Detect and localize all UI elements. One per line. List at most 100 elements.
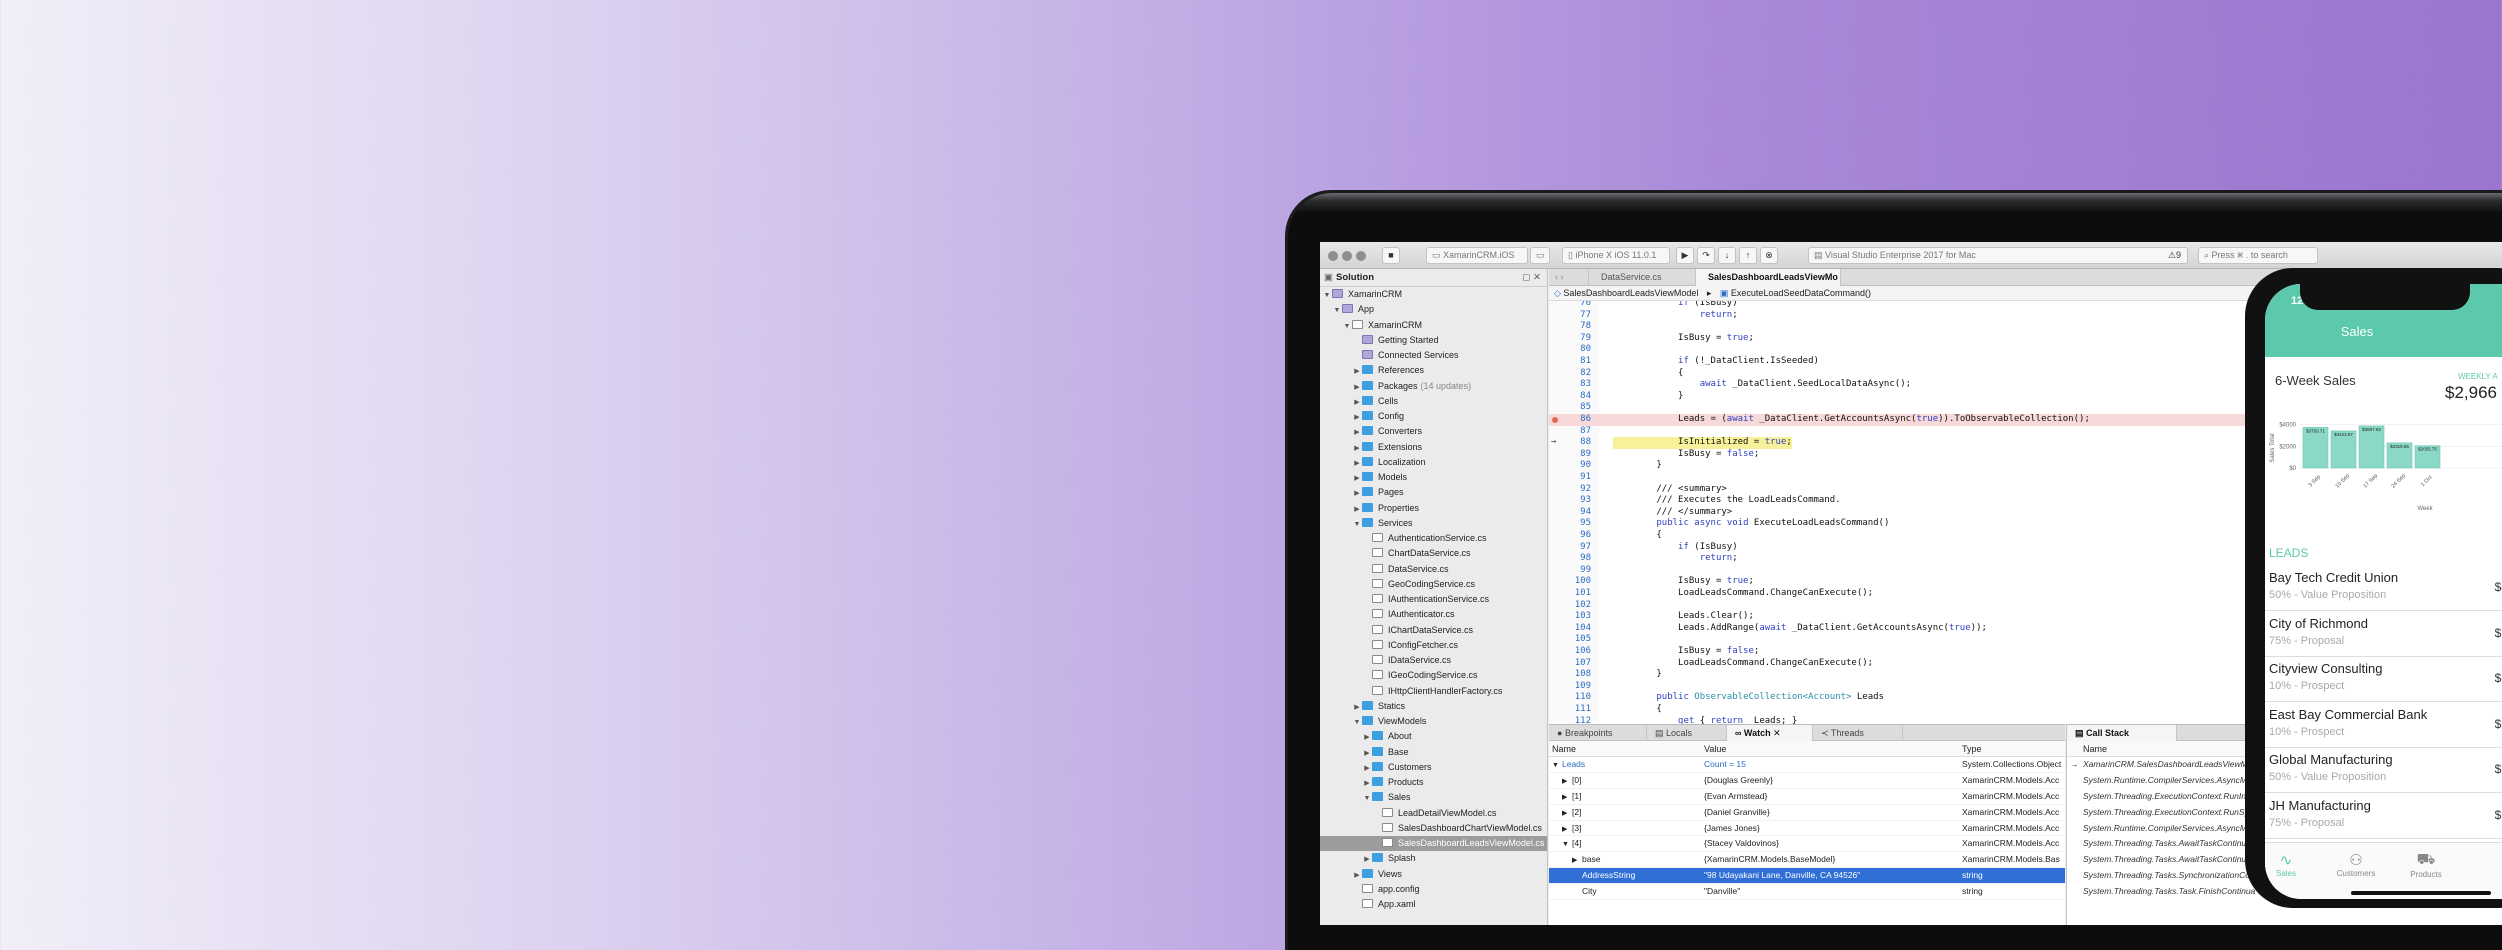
tree-node[interactable]: ▶ References <box>1320 363 1547 378</box>
disclosure-arrow-icon[interactable]: ▶ <box>1362 746 1372 761</box>
watch-row[interactable]: ▶ [2] {Daniel Granville} XamarinCRM.Models.… <box>1549 805 2065 821</box>
col-value[interactable]: Value <box>1704 741 1961 757</box>
step-over-icon[interactable]: ↷ <box>1697 247 1715 264</box>
disclosure-arrow-icon[interactable]: ▶ <box>1352 502 1362 517</box>
tree-node[interactable]: IAuthenticationService.cs <box>1320 592 1547 607</box>
disclosure-arrow-icon[interactable]: ▶ <box>1362 852 1372 867</box>
watch-row[interactable]: ▶ [1] {Evan Armstead} XamarinCRM.Models.Acc <box>1549 789 2065 805</box>
col-type[interactable]: Type <box>1962 741 2062 757</box>
close-pad-icon[interactable]: ✕ <box>1771 728 1781 738</box>
tree-node[interactable]: ▶ About <box>1320 729 1547 744</box>
disclosure-arrow-icon[interactable]: ▶ <box>1352 486 1362 501</box>
expand-arrow-icon[interactable]: ▶ <box>1562 790 1572 806</box>
disclosure-arrow-icon[interactable]: ▶ <box>1352 395 1362 410</box>
disclosure-arrow-icon[interactable]: ▶ <box>1362 776 1372 791</box>
disclosure-arrow-icon[interactable]: ▶ <box>1352 410 1362 425</box>
watch-value-cell[interactable]: Count = 15 <box>1704 757 1961 773</box>
expand-arrow-icon[interactable]: ▼ <box>1562 837 1572 853</box>
tree-node[interactable]: App.xaml <box>1320 897 1547 912</box>
tree-node[interactable]: IDataService.cs <box>1320 653 1547 668</box>
tree-node[interactable]: IGeoCodingService.cs <box>1320 668 1547 683</box>
watch-row[interactable]: ▼ [4] {Stacey Valdovinos} XamarinCRM.Models… <box>1549 836 2065 853</box>
watch-row[interactable]: City "Danville" string <box>1549 884 2065 901</box>
tree-node[interactable]: DataService.cs <box>1320 562 1547 577</box>
tree-node[interactable]: IAuthenticator.cs <box>1320 607 1547 622</box>
tree-node[interactable]: ▶ Customers <box>1320 760 1547 775</box>
tree-node[interactable]: ▼ Services <box>1320 516 1547 531</box>
expand-arrow-icon[interactable]: ▼ <box>1552 758 1562 774</box>
tree-node[interactable]: ▶ Products <box>1320 775 1547 790</box>
expand-arrow-icon[interactable]: ▶ <box>1562 822 1572 838</box>
watch-value-cell[interactable]: {XamarinCRM.Models.BaseModel} <box>1704 852 1961 868</box>
disclosure-arrow-icon[interactable]: ▶ <box>1352 868 1362 883</box>
disclosure-arrow-icon[interactable]: ▶ <box>1352 380 1362 395</box>
tree-node[interactable]: ▶ Models <box>1320 470 1547 485</box>
device-selector[interactable]: ▯ iPhone X iOS 11.0.1 <box>1562 247 1670 264</box>
tree-node[interactable]: ▶ Localization <box>1320 455 1547 470</box>
lead-item[interactable]: Cityview Consulting 10% - Prospect $3 <box>2265 657 2502 702</box>
tree-node[interactable]: ▶ Views <box>1320 867 1547 882</box>
watch-value-cell[interactable]: {Evan Armstead} <box>1704 789 1961 805</box>
tab-sales[interactable]: ∿ Sales <box>2265 851 2321 878</box>
search-box[interactable]: ⌕ Press ⌘ . to search <box>2198 247 2318 264</box>
nav-back-forward-icon[interactable]: ‹ › <box>1549 269 1589 286</box>
breakpoint-marker-icon[interactable] <box>1552 417 1558 423</box>
tree-node[interactable]: ▶ Packages (14 updates) <box>1320 379 1547 394</box>
warning-count[interactable]: ⚠9 <box>2168 248 2181 263</box>
disclosure-arrow-icon[interactable]: ▶ <box>1362 761 1372 776</box>
expand-arrow-icon[interactable]: ▶ <box>1562 806 1572 822</box>
disclosure-arrow-icon[interactable]: ▶ <box>1352 700 1362 715</box>
tab-call-stack[interactable]: ▤ Call Stack <box>2067 725 2177 741</box>
tab-locals[interactable]: ▤ Locals <box>1647 725 1727 741</box>
tab-products[interactable]: ⛟ Products <box>2391 851 2461 879</box>
disclosure-arrow-icon[interactable]: ▼ <box>1352 715 1362 730</box>
watch-value-cell[interactable]: {Stacey Valdovinos} <box>1704 836 1961 852</box>
disclosure-arrow-icon[interactable]: ▶ <box>1352 441 1362 456</box>
close-window-button[interactable] <box>1328 251 1338 261</box>
tree-node[interactable]: ▶ Extensions <box>1320 440 1547 455</box>
tree-node[interactable]: ▶ Cells <box>1320 394 1547 409</box>
breadcrumb-class[interactable]: SalesDashboardLeadsViewModel <box>1563 288 1698 298</box>
watch-value-cell[interactable]: "Danville" <box>1704 884 1961 900</box>
watch-row[interactable]: AddressString "98 Udayakani Lane, Danvill… <box>1549 868 2065 885</box>
disclosure-arrow-icon[interactable]: ▼ <box>1352 517 1362 532</box>
lead-item[interactable]: JH Manufacturing 75% - Proposal $2 <box>2265 794 2502 839</box>
tree-node[interactable]: ▶ Splash <box>1320 851 1547 866</box>
tree-node[interactable]: SalesDashboardChartViewModel.cs <box>1320 821 1547 836</box>
tree-node[interactable]: AuthenticationService.cs <box>1320 531 1547 546</box>
tree-node[interactable]: ▶ Statics <box>1320 699 1547 714</box>
disclosure-arrow-icon[interactable]: ▼ <box>1332 303 1342 318</box>
scheme-selector[interactable]: ▭ XamarinCRM.iOS <box>1426 247 1528 264</box>
watch-row[interactable]: ▶ [3] {James Jones} XamarinCRM.Models.Acc <box>1549 821 2065 837</box>
tree-node[interactable]: ▼ ViewModels <box>1320 714 1547 729</box>
stop-button[interactable]: ■ <box>1382 247 1400 264</box>
lead-item[interactable]: Global Manufacturing 50% - Value Proposit… <box>2265 748 2502 793</box>
tree-node[interactable]: IChartDataService.cs <box>1320 623 1547 638</box>
disclosure-arrow-icon[interactable]: ▶ <box>1352 471 1362 486</box>
tab-breakpoints[interactable]: ● Breakpoints <box>1549 725 1647 741</box>
tab-watch[interactable]: ∞ Watch ✕ <box>1727 725 1813 741</box>
watch-value-cell[interactable]: {Douglas Greenly} <box>1704 773 1961 789</box>
expand-arrow-icon[interactable]: ▶ <box>1562 774 1572 790</box>
zoom-window-button[interactable] <box>1356 251 1366 261</box>
lead-item[interactable]: East Bay Commercial Bank 10% - Prospect $1 <box>2265 703 2502 748</box>
tab-customers[interactable]: ⚇ Customers <box>2321 851 2391 878</box>
tree-node[interactable]: Connected Services <box>1320 348 1547 363</box>
lead-item[interactable]: Bay Tech Credit Union 50% - Value Proposi… <box>2265 566 2502 611</box>
disclosure-arrow-icon[interactable]: ▶ <box>1352 425 1362 440</box>
tree-node[interactable]: Getting Started <box>1320 333 1547 348</box>
tree-node[interactable]: ▶ Properties <box>1320 501 1547 516</box>
tab-salesdashboardleadsviewmodel[interactable]: SalesDashboardLeadsViewMo ✕ <box>1696 269 1841 299</box>
disclosure-arrow-icon[interactable]: ▼ <box>1362 791 1372 806</box>
config-selector[interactable]: ▭ <box>1530 247 1550 264</box>
step-out-icon[interactable]: ↑ <box>1739 247 1757 264</box>
step-into-icon[interactable]: ↓ <box>1718 247 1736 264</box>
tree-node[interactable]: app.config <box>1320 882 1547 897</box>
disclosure-arrow-icon[interactable]: ▶ <box>1362 730 1372 745</box>
pane-options-icon[interactable]: ◻ ✕ <box>1523 269 1542 287</box>
tree-node[interactable]: ▼ XamarinCRM <box>1320 318 1547 333</box>
lead-item[interactable]: City of Richmond 75% - Proposal $1 <box>2265 612 2502 657</box>
watch-row[interactable]: ▼ Leads Count = 15 System.Collections.Objec… <box>1549 757 2065 773</box>
tree-node[interactable]: ▼ App <box>1320 302 1547 317</box>
watch-value-cell[interactable]: "98 Udayakani Lane, Danville, CA 94526" <box>1704 868 1961 884</box>
